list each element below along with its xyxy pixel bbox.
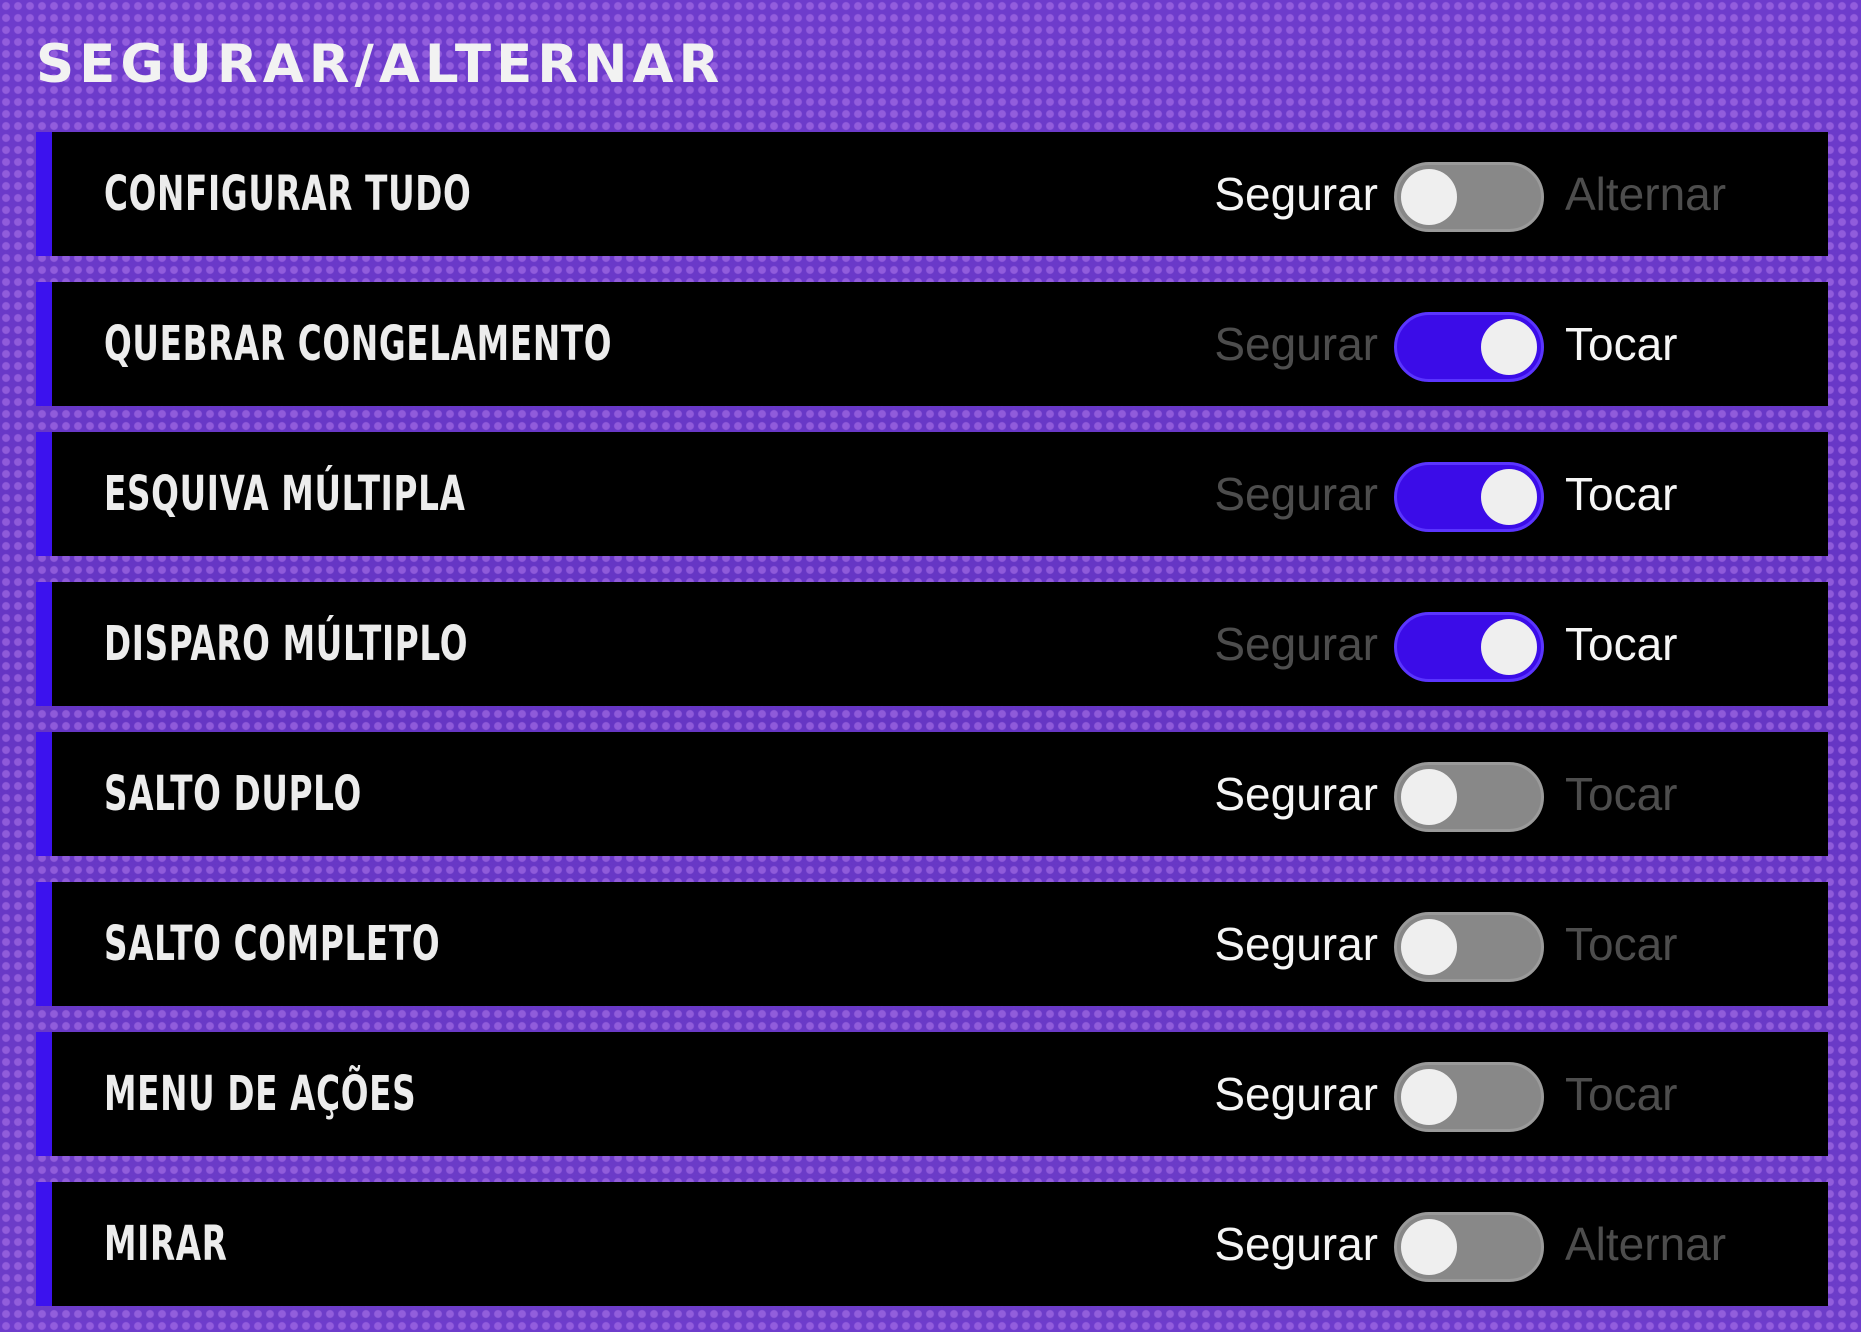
option-right-label[interactable]: Tocar	[1565, 582, 1677, 706]
option-right-label[interactable]: Tocar	[1565, 732, 1677, 856]
toggle-knob	[1401, 919, 1457, 975]
option-left-label[interactable]: Segurar	[1214, 432, 1378, 556]
row-accent-bar	[36, 1032, 52, 1156]
option-left-label[interactable]: Segurar	[1214, 1032, 1378, 1156]
option-right-label[interactable]: Alternar	[1565, 1182, 1726, 1306]
setting-row-esquiva-multipla[interactable]: ESQUIVA MÚLTIPLA Segurar Tocar	[36, 432, 1828, 556]
option-left-label[interactable]: Segurar	[1214, 732, 1378, 856]
setting-row-mirar[interactable]: MIRAR Segurar Alternar	[36, 1182, 1828, 1306]
setting-row-salto-completo[interactable]: SALTO COMPLETO Segurar Tocar	[36, 882, 1828, 1006]
toggle-knob	[1481, 469, 1537, 525]
setting-row-salto-duplo[interactable]: SALTO DUPLO Segurar Tocar	[36, 732, 1828, 856]
option-right-label[interactable]: Tocar	[1565, 432, 1677, 556]
setting-label: SALTO DUPLO	[104, 766, 362, 822]
toggle-knob	[1481, 319, 1537, 375]
toggle-knob	[1401, 1069, 1457, 1125]
option-left-label[interactable]: Segurar	[1214, 132, 1378, 256]
toggle-knob	[1401, 169, 1457, 225]
toggle-switch[interactable]	[1394, 1062, 1544, 1132]
settings-list: CONFIGURAR TUDO Segurar Alternar QUEBRAR…	[36, 132, 1828, 1332]
toggle-knob	[1401, 769, 1457, 825]
option-right-label[interactable]: Tocar	[1565, 1032, 1677, 1156]
option-left-label[interactable]: Segurar	[1214, 282, 1378, 406]
setting-row-configurar-tudo[interactable]: CONFIGURAR TUDO Segurar Alternar	[36, 132, 1828, 256]
toggle-switch[interactable]	[1394, 912, 1544, 982]
setting-label: CONFIGURAR TUDO	[104, 166, 472, 222]
option-right-label[interactable]: Tocar	[1565, 882, 1677, 1006]
row-accent-bar	[36, 582, 52, 706]
toggle-switch[interactable]	[1394, 1212, 1544, 1282]
option-left-label[interactable]: Segurar	[1214, 882, 1378, 1006]
setting-label: DISPARO MÚLTIPLO	[104, 616, 469, 672]
section-title: SEGURAR/ALTERNAR	[36, 34, 725, 95]
toggle-switch[interactable]	[1394, 462, 1544, 532]
option-right-label[interactable]: Alternar	[1565, 132, 1726, 256]
toggle-switch[interactable]	[1394, 162, 1544, 232]
option-right-label[interactable]: Tocar	[1565, 282, 1677, 406]
row-accent-bar	[36, 1182, 52, 1306]
setting-label: SALTO COMPLETO	[104, 916, 441, 972]
row-accent-bar	[36, 132, 52, 256]
row-accent-bar	[36, 432, 52, 556]
toggle-switch[interactable]	[1394, 312, 1544, 382]
setting-row-quebrar-congelamento[interactable]: QUEBRAR CONGELAMENTO Segurar Tocar	[36, 282, 1828, 406]
row-accent-bar	[36, 282, 52, 406]
setting-row-menu-de-acoes[interactable]: MENU DE AÇÕES Segurar Tocar	[36, 1032, 1828, 1156]
setting-label: MIRAR	[104, 1216, 228, 1272]
toggle-switch[interactable]	[1394, 612, 1544, 682]
toggle-knob	[1401, 1219, 1457, 1275]
setting-label: MENU DE AÇÕES	[104, 1066, 417, 1122]
option-left-label[interactable]: Segurar	[1214, 1182, 1378, 1306]
toggle-knob	[1481, 619, 1537, 675]
setting-label: ESQUIVA MÚLTIPLA	[104, 466, 466, 522]
row-accent-bar	[36, 732, 52, 856]
setting-label: QUEBRAR CONGELAMENTO	[104, 316, 613, 372]
row-accent-bar	[36, 882, 52, 1006]
option-left-label[interactable]: Segurar	[1214, 582, 1378, 706]
toggle-switch[interactable]	[1394, 762, 1544, 832]
setting-row-disparo-multiplo[interactable]: DISPARO MÚLTIPLO Segurar Tocar	[36, 582, 1828, 706]
